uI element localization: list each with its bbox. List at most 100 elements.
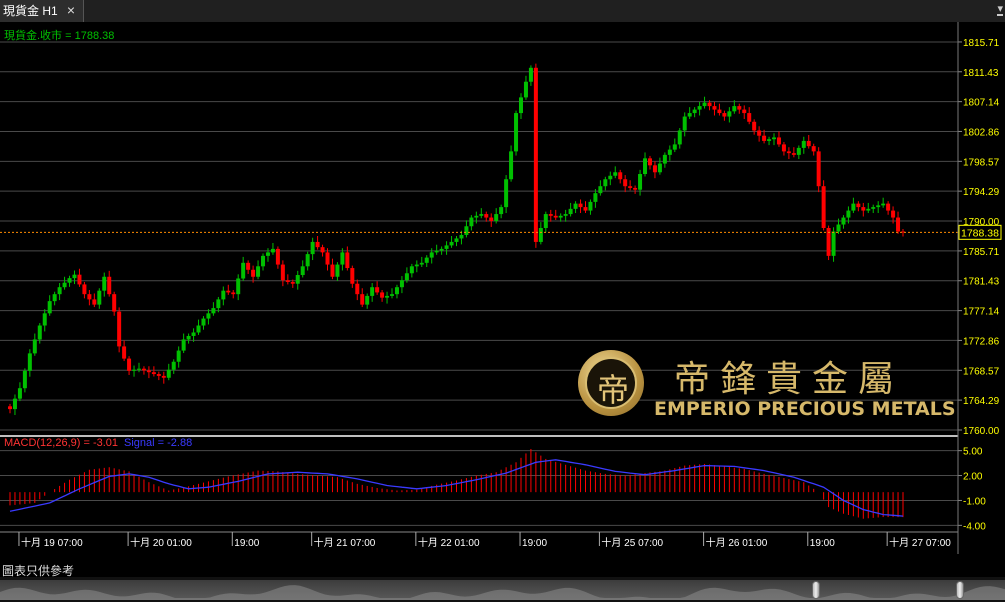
tab-spot-gold-h1[interactable]: 現貨金 H1 × — [0, 0, 84, 22]
candle-body — [791, 153, 796, 155]
candle-body — [171, 361, 176, 370]
candle-body — [330, 264, 335, 277]
candle-body — [17, 388, 22, 399]
candle-body — [836, 224, 841, 232]
candle-body — [290, 281, 295, 284]
current-price-label: 1788.38 — [961, 227, 999, 239]
candle-body — [300, 266, 305, 276]
candle-body — [305, 254, 310, 267]
candle-body — [598, 186, 603, 194]
candle-body — [87, 294, 92, 300]
candle-body — [692, 109, 697, 114]
candle-body — [662, 154, 667, 164]
candle-body — [781, 144, 786, 152]
candle-body — [851, 203, 856, 211]
tab-title: 現貨金 H1 — [3, 4, 58, 18]
candle-body — [558, 215, 563, 218]
candle-body — [484, 214, 489, 218]
candle-body — [251, 269, 256, 277]
candle-body — [573, 203, 578, 209]
candle-body — [62, 282, 67, 288]
y-tick-label: 1760.00 — [963, 426, 1000, 437]
candle-body — [236, 278, 241, 295]
candle-body — [767, 139, 772, 141]
candle-body — [8, 406, 12, 410]
candle-body — [618, 172, 623, 180]
candle-body — [702, 102, 707, 107]
candle-body — [136, 368, 141, 370]
candle-body — [122, 346, 127, 359]
candle-body — [340, 252, 345, 265]
navigator-wave — [0, 585, 1005, 600]
y-tick-label: 1811.43 — [963, 68, 999, 79]
candle-body — [102, 276, 107, 291]
candle-body — [335, 264, 340, 277]
candle-body — [499, 207, 504, 215]
candle-body — [22, 370, 27, 389]
x-tick-label: 十月 25 07:00 — [601, 536, 663, 549]
signal-legend: Signal = -2.88 — [124, 437, 192, 449]
macd-tick-label: -1.00 — [963, 496, 986, 507]
navigator-scrollbar[interactable] — [0, 577, 1005, 602]
x-tick-label: 十月 21 07:00 — [314, 536, 376, 549]
candle-body — [52, 294, 57, 302]
candle-body — [643, 158, 648, 175]
x-tick-label: 十月 27 07:00 — [889, 536, 951, 549]
candle-body — [871, 207, 876, 209]
candle-body — [270, 248, 275, 253]
candle-body — [876, 205, 881, 208]
candle-body — [697, 106, 702, 110]
candle-body — [578, 203, 583, 208]
candle-body — [846, 210, 851, 218]
candle-body — [429, 252, 434, 258]
candle-body — [365, 295, 370, 305]
candle-body — [67, 278, 72, 283]
candle-body — [886, 203, 891, 211]
candle-body — [533, 67, 538, 242]
price-chart[interactable]: 1815.71 1811.43 1807.14 1802.86 1798.57 1794.… — [0, 22, 1005, 554]
candle-body — [454, 238, 459, 242]
candle-body — [350, 268, 355, 284]
candle-body — [881, 203, 886, 206]
price-legend: 現貨金.收市 = 1788.38 — [4, 28, 114, 42]
candle-body — [896, 217, 901, 232]
candle-body — [265, 252, 270, 256]
candle-body — [623, 179, 628, 187]
close-icon[interactable]: × — [67, 0, 75, 21]
candle-body — [156, 374, 161, 376]
candle-body — [861, 207, 866, 211]
candle-body — [583, 207, 588, 211]
candle-body — [891, 210, 896, 218]
candle-body — [757, 130, 762, 136]
candle-body — [806, 140, 811, 147]
macd-tick-label: -4.00 — [963, 521, 986, 532]
candle-body — [414, 264, 419, 267]
candle-body — [310, 241, 315, 255]
candle-body — [603, 179, 608, 187]
candle-body — [231, 292, 236, 295]
candle-body — [459, 234, 464, 239]
candle-body — [816, 151, 821, 187]
candle-body — [211, 308, 216, 314]
chevron-down-icon[interactable]: ▾ — [997, 4, 1003, 16]
candle-body — [652, 165, 657, 173]
candle-body — [385, 295, 390, 298]
candle-body — [786, 151, 791, 154]
brand-name-english: EMPERIO PRECIOUS METALS — [654, 398, 956, 420]
candle-body — [762, 135, 767, 141]
x-tick-label: 十月 20 01:00 — [130, 536, 192, 549]
scroll-handle-left[interactable] — [812, 581, 820, 599]
candle-body — [543, 214, 548, 228]
candle-body — [12, 398, 17, 410]
scroll-handle-right[interactable] — [956, 581, 964, 599]
candle-body — [633, 187, 638, 190]
candle-body — [464, 226, 469, 235]
y-tick-label: 1815.71 — [963, 38, 1000, 49]
candle-body — [588, 201, 593, 211]
candle-body — [628, 186, 633, 188]
candle-body — [92, 299, 97, 305]
candle-body — [469, 217, 474, 227]
macd-tick-label: 5.00 — [963, 447, 983, 458]
candle-body — [677, 130, 682, 145]
candle-body — [107, 276, 112, 295]
